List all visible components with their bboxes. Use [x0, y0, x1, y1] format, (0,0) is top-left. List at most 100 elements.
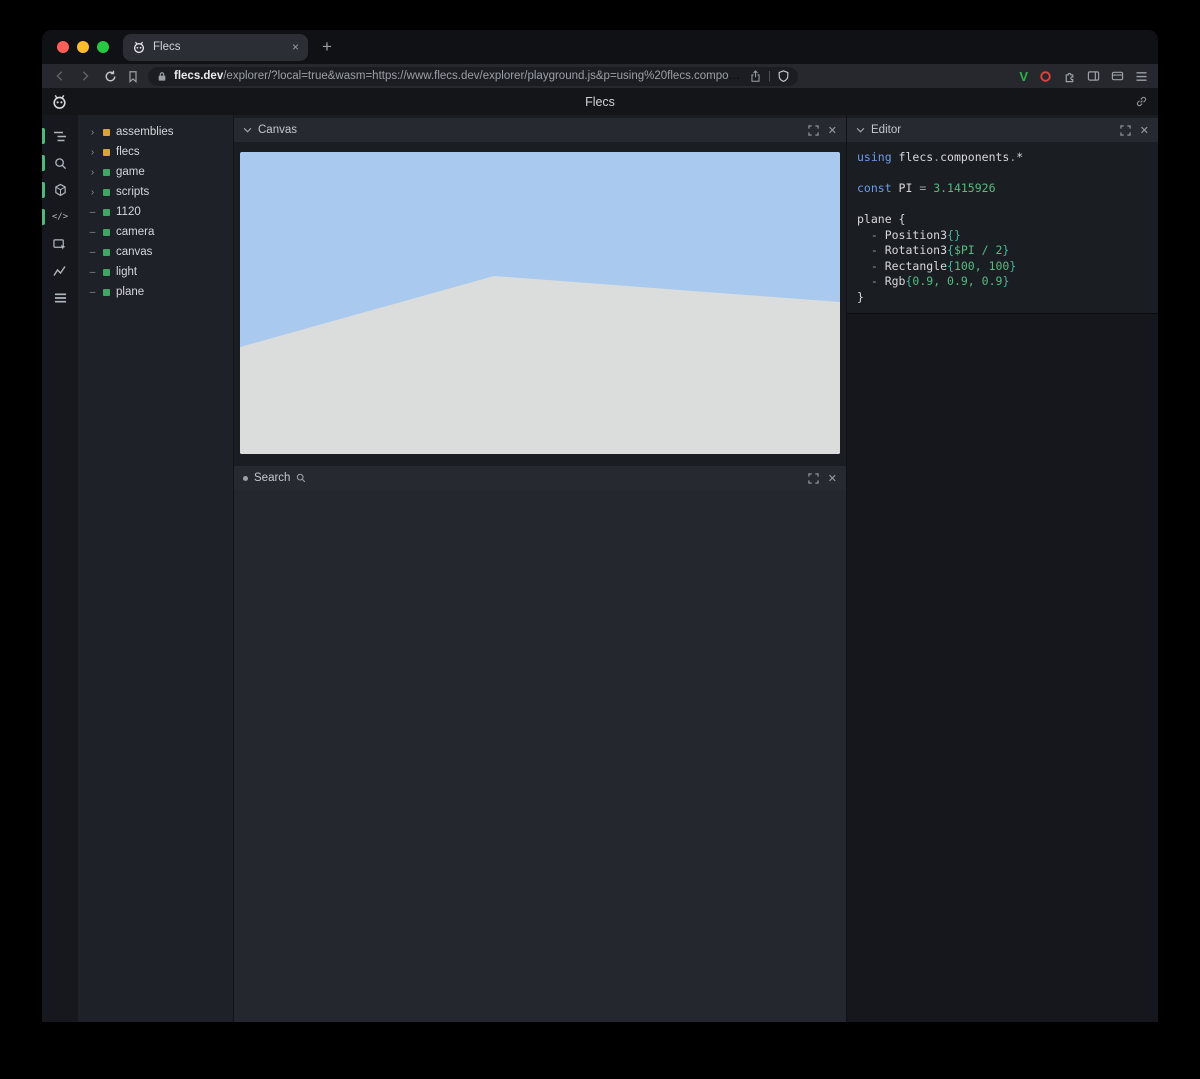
- code-line: }: [857, 290, 1148, 306]
- entity-color-square: [103, 249, 110, 256]
- reload-icon[interactable]: [102, 69, 118, 83]
- code-line: - Rotation3{$PI / 2}: [857, 243, 1148, 259]
- tree-item-1120[interactable]: – 1120: [78, 202, 233, 222]
- new-tab-button[interactable]: +: [322, 37, 332, 57]
- expand-arrow-icon[interactable]: ›: [88, 147, 97, 158]
- close-icon[interactable]: ✕: [828, 472, 837, 485]
- entity-color-square: [103, 189, 110, 196]
- code-line: - Rgb{0.9, 0.9, 0.9}: [857, 274, 1148, 290]
- code-line: const PI = 3.1415926: [857, 181, 1148, 197]
- canvas-3d-scene[interactable]: [240, 152, 840, 454]
- editor-panel-title: Editor: [871, 124, 901, 136]
- tree-item-canvas[interactable]: – canvas: [78, 242, 233, 262]
- search-magnifier-icon[interactable]: [296, 473, 306, 483]
- logs-list-icon[interactable]: [42, 290, 78, 306]
- entity-color-square: [103, 229, 110, 236]
- lock-icon: [157, 71, 167, 82]
- search-panel-header: Search ✕: [234, 466, 846, 490]
- tree-item-label: plane: [116, 286, 144, 298]
- chevron-down-icon[interactable]: [243, 127, 252, 133]
- url-divider: |: [768, 70, 771, 82]
- minimize-window-button[interactable]: [77, 41, 89, 53]
- stats-chart-icon[interactable]: [42, 263, 78, 279]
- tree-item-plane[interactable]: –plane: [78, 282, 233, 302]
- canvas-viewport-wrap: [234, 142, 846, 466]
- editor-code[interactable]: using flecs.components.* const PI = 3.14…: [847, 142, 1158, 313]
- main-area: </> ›assemblies›flecs›game›scripts–1120–…: [42, 115, 1158, 1022]
- center-column: Canvas ✕ Search: [233, 115, 846, 1022]
- entity-color-square: [103, 169, 110, 176]
- address-bar[interactable]: flecs.dev/explorer/?local=true&wasm=http…: [148, 67, 798, 86]
- extensions-puzzle-icon[interactable]: [1063, 70, 1076, 83]
- tab-title: Flecs: [153, 41, 285, 53]
- back-icon[interactable]: [52, 69, 68, 83]
- leaf-dash: –: [88, 207, 97, 218]
- browser-toolbar: flecs.dev/explorer/?local=true&wasm=http…: [42, 64, 1158, 88]
- leaf-dash: –: [88, 267, 97, 278]
- tab-bar: Flecs × +: [42, 30, 1158, 64]
- wallet-icon[interactable]: [1111, 70, 1124, 82]
- leaf-dash: –: [88, 227, 97, 238]
- query-search-icon[interactable]: [42, 155, 78, 171]
- expand-arrow-icon[interactable]: ›: [88, 167, 97, 178]
- code-line: plane {: [857, 212, 1148, 228]
- code-line: using flecs.components.*: [857, 150, 1148, 166]
- entities-cube-icon[interactable]: [42, 182, 78, 198]
- red-extension-icon[interactable]: [1039, 70, 1052, 83]
- editor-column: Editor ✕ using flecs.components.* const …: [846, 115, 1158, 1022]
- extension-icons: V: [1019, 69, 1148, 84]
- traffic-lights: [57, 41, 109, 53]
- v-extension-icon[interactable]: V: [1019, 69, 1028, 84]
- editor-panel-header: Editor ✕: [847, 118, 1158, 142]
- entity-color-square: [103, 129, 110, 136]
- tree-item-light[interactable]: – light: [78, 262, 233, 282]
- close-window-button[interactable]: [57, 41, 69, 53]
- script-code-icon[interactable]: </>: [42, 209, 78, 225]
- menu-icon[interactable]: [1135, 71, 1148, 82]
- tree-view-icon[interactable]: [42, 128, 78, 144]
- share-icon[interactable]: [750, 70, 761, 83]
- panel-dot-icon[interactable]: [243, 476, 248, 481]
- forward-icon[interactable]: [77, 69, 93, 83]
- entity-color-square: [103, 209, 110, 216]
- code-line: - Position3{}: [857, 228, 1148, 244]
- code-line: [857, 166, 1148, 182]
- sidebar-toggle-icon[interactable]: [1087, 70, 1100, 82]
- tree-item-assemblies[interactable]: ›assemblies: [78, 122, 233, 142]
- page-title: Flecs: [42, 95, 1158, 109]
- tree-item-camera[interactable]: – camera: [78, 222, 233, 242]
- close-icon[interactable]: ✕: [1140, 124, 1149, 137]
- chevron-down-icon[interactable]: [856, 127, 865, 133]
- tree-item-label: camera: [116, 226, 154, 238]
- close-icon[interactable]: ✕: [828, 124, 837, 137]
- tree-item-label: light: [116, 266, 137, 278]
- expand-arrow-icon[interactable]: ›: [88, 187, 97, 198]
- app-header: Flecs: [42, 88, 1158, 115]
- expand-icon[interactable]: [808, 473, 819, 484]
- leaf-dash: –: [88, 247, 97, 258]
- tree-item-scripts[interactable]: ›scripts: [78, 182, 233, 202]
- link-icon[interactable]: [1135, 95, 1148, 108]
- tree-item-label: 1120: [116, 206, 141, 218]
- entity-tree: ›assemblies›flecs›game›scripts–1120–came…: [78, 115, 233, 1022]
- tab-close-icon[interactable]: ×: [292, 40, 299, 54]
- entity-color-square: [103, 149, 110, 156]
- tree-item-flecs[interactable]: › flecs: [78, 142, 233, 162]
- zoom-window-button[interactable]: [97, 41, 109, 53]
- expand-arrow-icon[interactable]: ›: [88, 127, 97, 138]
- entity-color-square: [103, 289, 110, 296]
- brave-shield-icon[interactable]: [778, 70, 789, 82]
- inspect-icon[interactable]: [42, 236, 78, 252]
- left-icon-strip: </>: [42, 115, 78, 1022]
- tab-flecs[interactable]: Flecs ×: [123, 34, 308, 61]
- expand-icon[interactable]: [808, 125, 819, 136]
- code-line: - Rectangle{100, 100}: [857, 259, 1148, 275]
- code-line: [857, 197, 1148, 213]
- tree-item-label: flecs: [116, 146, 140, 158]
- url-domain: flecs.dev: [174, 70, 223, 82]
- tree-item-label: canvas: [116, 246, 152, 258]
- canvas-panel-title: Canvas: [258, 124, 297, 136]
- expand-icon[interactable]: [1120, 125, 1131, 136]
- bookmark-icon[interactable]: [127, 70, 139, 83]
- tree-item-game[interactable]: ›game: [78, 162, 233, 182]
